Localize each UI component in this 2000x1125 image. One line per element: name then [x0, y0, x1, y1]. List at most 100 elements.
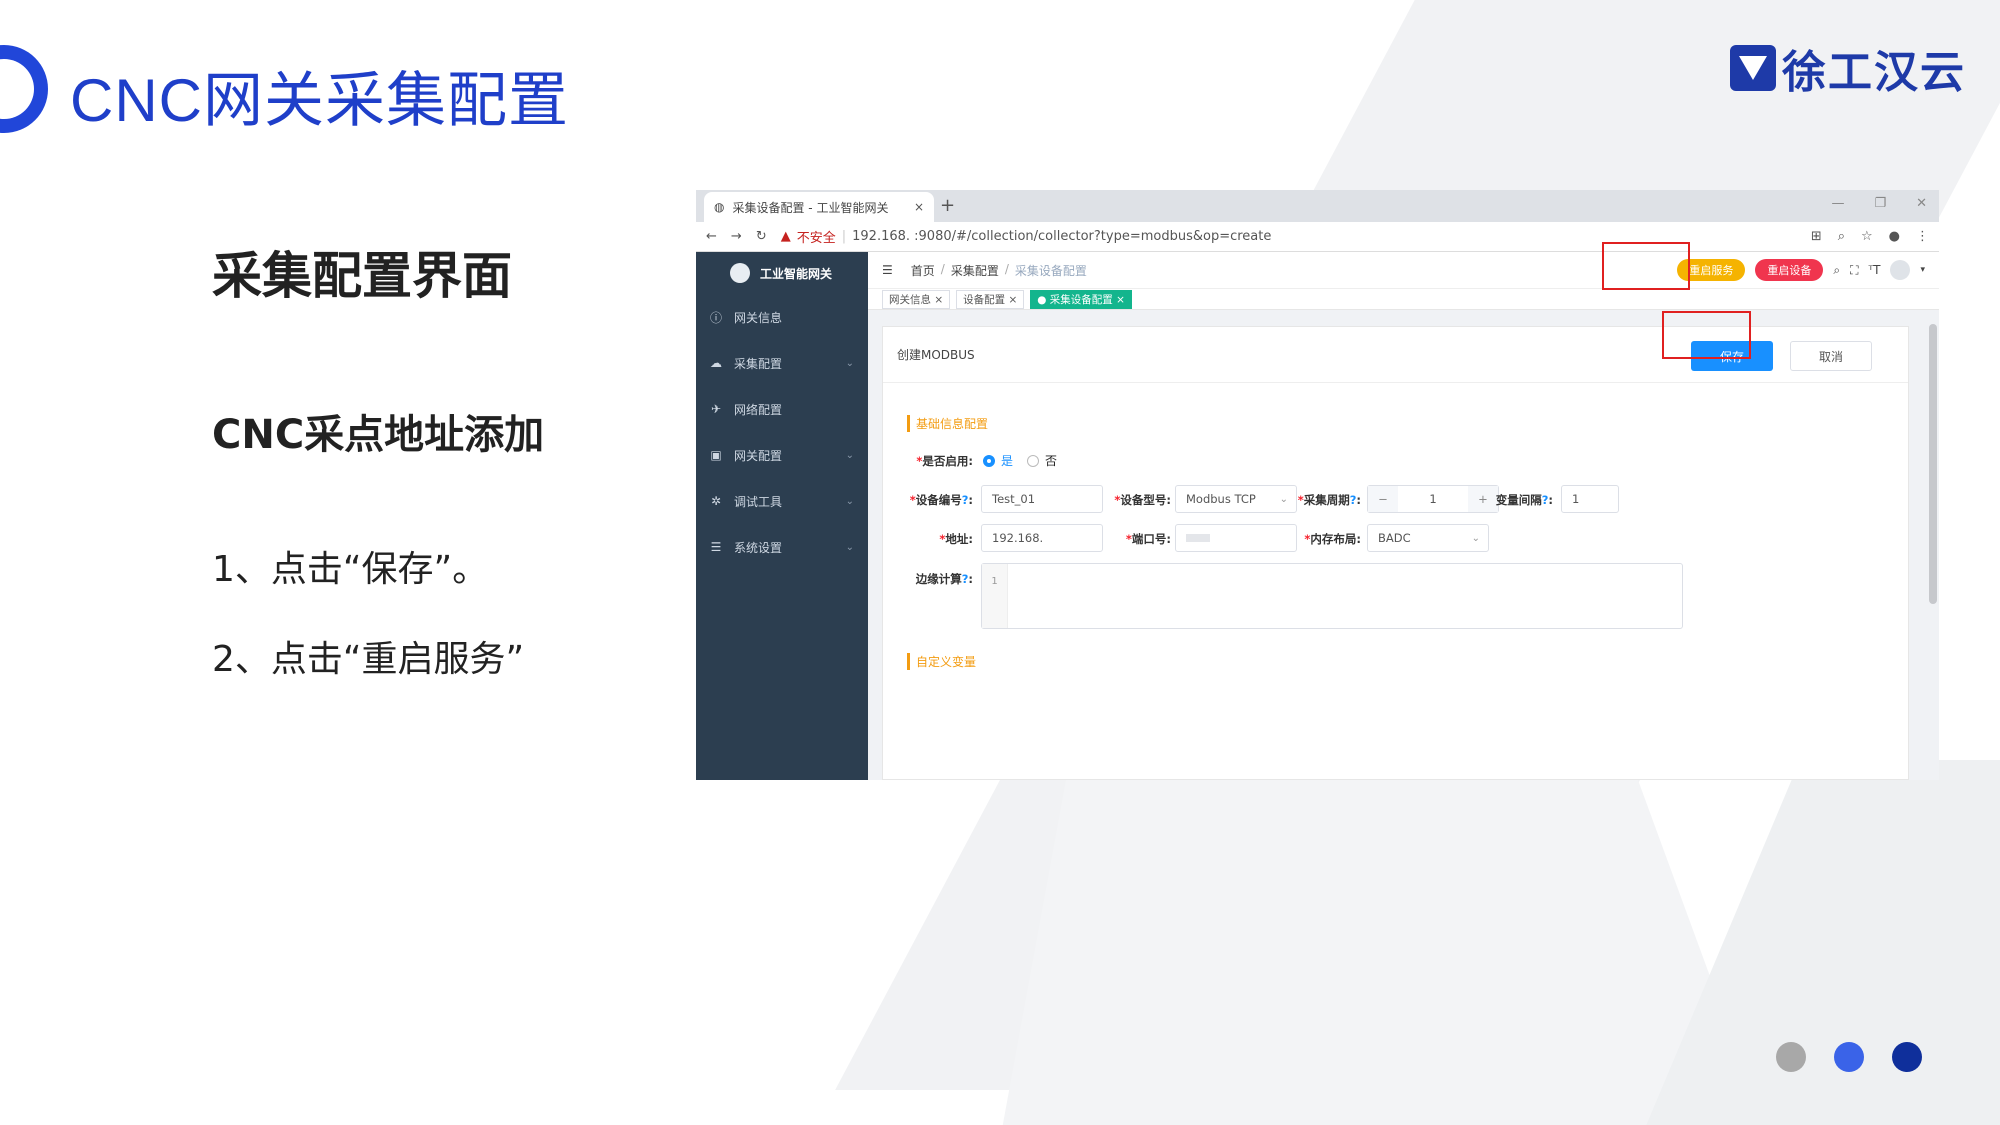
section-title-custom: 自定义变量 — [907, 653, 976, 670]
caret-down-icon[interactable]: ▾ — [1920, 265, 1925, 275]
enabled-label-text: 是否启用 — [922, 454, 969, 468]
radio-enabled-no[interactable]: 否 — [1027, 452, 1057, 469]
app-shell: 工业智能网关 ⓘ 网关信息 ☁ 采集配置 ⌄ ✈ 网络配置 ▣ 网关配置 ⌄ ✲ — [696, 252, 1939, 780]
search-icon[interactable]: ⌕ — [1833, 263, 1840, 278]
brand-name: 工业智能网关 — [760, 266, 833, 281]
sidebar-item-system-settings[interactable]: ☰ 系统设置 ⌄ — [696, 524, 868, 570]
info-icon: ⓘ — [710, 310, 723, 325]
logo-text: 徐工汉云 — [1782, 47, 1966, 98]
breadcrumb-current: 采集设备配置 — [1014, 263, 1087, 278]
interval-input[interactable]: 1 — [1561, 485, 1619, 513]
interval-label: 变量间隔?: — [1495, 493, 1553, 507]
tag-collection-device-config[interactable]: ● 采集设备配置 × — [1030, 289, 1132, 309]
tag-gateway-info[interactable]: 网关信息 × — [882, 289, 951, 309]
forward-icon[interactable]: → — [731, 229, 742, 244]
sidebar-item-debug-tools[interactable]: ✲ 调试工具 ⌄ — [696, 478, 868, 524]
device-id-label-text: 设备编号 — [915, 493, 962, 507]
back-icon[interactable]: ← — [706, 229, 717, 244]
breadcrumb-item[interactable]: 首页 — [911, 262, 935, 279]
user-avatar[interactable] — [1890, 260, 1911, 280]
hamburger-icon[interactable]: ☰ — [882, 263, 893, 277]
section-heading: 采集配置界面 — [212, 247, 512, 305]
form-card: 创建MODBUS 保存 取消 基础信息配置 *是否启用: 是 否 *设备编号?:… — [882, 326, 1909, 780]
edge-compute-editor[interactable]: 1 — [981, 563, 1683, 629]
scrollbar[interactable] — [1929, 324, 1937, 604]
address-input[interactable]: 192.168. — [981, 524, 1103, 552]
close-icon[interactable]: × — [914, 200, 924, 214]
step-text: 1、点击“保存”。 — [212, 549, 489, 590]
sidebar: 工业智能网关 ⓘ 网关信息 ☁ 采集配置 ⌄ ✈ 网络配置 ▣ 网关配置 ⌄ ✲ — [696, 252, 868, 780]
restore-icon[interactable]: ❐ — [1874, 196, 1886, 211]
chevron-down-icon: ⌄ — [845, 541, 854, 553]
dot — [1834, 1042, 1864, 1072]
breadcrumb: 首页 / 采集配置 / 采集设备配置 — [911, 262, 1087, 279]
chevron-down-icon: ⌄ — [845, 449, 854, 461]
memory-label: *内存布局: — [1304, 532, 1361, 546]
device-model-label-text: 设备型号 — [1120, 493, 1167, 507]
line-number: 1 — [982, 564, 1008, 628]
memory-label-text: 内存布局 — [1310, 532, 1357, 546]
font-size-icon[interactable]: ᵀT — [1869, 263, 1881, 277]
browser-screenshot: ◍ 采集设备配置 - 工业智能网关 × + — ❐ ✕ ← → ↻ ▲ 不安全 … — [696, 190, 1939, 780]
sidebar-item-collection-config[interactable]: ☁ 采集配置 ⌄ — [696, 340, 868, 386]
period-value: 1 — [1429, 492, 1437, 506]
device-id-label: *设备编号?: — [909, 493, 973, 507]
zoom-icon[interactable]: ⌕ — [1838, 229, 1845, 244]
sidebar-item-label: 网关信息 — [734, 310, 783, 325]
address-label-text: 地址 — [945, 532, 969, 546]
tag-label: 采集设备配置 — [1049, 293, 1113, 306]
close-window-icon[interactable]: ✕ — [1916, 196, 1927, 211]
url-separator: | — [841, 229, 847, 244]
device-model-label: *设备型号: — [1114, 493, 1171, 507]
edge-label: 边缘计算?: — [915, 572, 973, 586]
sidebar-item-network-config[interactable]: ✈ 网络配置 — [696, 386, 868, 432]
chevron-down-icon: ⌄ — [845, 357, 854, 369]
address-label: *地址: — [939, 532, 973, 546]
memory-select[interactable]: BADC ⌄ — [1367, 524, 1489, 552]
radio-enabled-yes[interactable]: 是 — [983, 452, 1013, 469]
browser-actions: ⊞ ⌕ ☆ ● ⋮ — [1811, 229, 1929, 244]
radio-label: 是 — [1001, 454, 1014, 468]
device-id-input[interactable]: Test_01 — [981, 485, 1103, 513]
port-input[interactable] — [1175, 524, 1297, 552]
memory-value: BADC — [1378, 531, 1411, 545]
breadcrumb-separator: / — [940, 261, 945, 276]
url-field[interactable]: ▲ 不安全 | 192.168. :9080/#/collection/coll… — [781, 227, 1272, 246]
restart-device-button[interactable]: 重启设备 — [1755, 259, 1824, 281]
port-redacted — [1186, 534, 1210, 542]
device-model-value: Modbus TCP — [1186, 492, 1256, 506]
window-controls: — ❐ ✕ — [1831, 196, 1927, 211]
minus-icon[interactable]: − — [1368, 486, 1398, 512]
device-model-select[interactable]: Modbus TCP ⌄ — [1175, 485, 1297, 513]
globe-icon: ◍ — [714, 200, 725, 214]
enabled-label: *是否启用: — [916, 454, 973, 468]
menu-kebab-icon[interactable]: ⋮ — [1916, 229, 1929, 244]
browser-tab[interactable]: ◍ 采集设备配置 - 工业智能网关 × — [704, 192, 934, 222]
chevron-down-icon: ⌄ — [845, 495, 854, 507]
sidebar-item-gateway-config[interactable]: ▣ 网关配置 ⌄ — [696, 432, 868, 478]
new-tab-button[interactable]: + — [940, 195, 955, 216]
lock-icon: ▣ — [710, 448, 722, 462]
slide-title: CNC网关采集配置 — [70, 67, 569, 134]
section-subheading: CNC采点地址添加 — [212, 412, 545, 458]
highlight-restart-service — [1602, 242, 1690, 290]
minimize-icon[interactable]: — — [1831, 196, 1844, 211]
sidebar-item-gateway-info[interactable]: ⓘ 网关信息 — [696, 294, 868, 340]
profile-icon[interactable]: ● — [1889, 229, 1900, 244]
list-icon: ☰ — [710, 540, 722, 554]
cancel-button[interactable]: 取消 — [1790, 341, 1872, 371]
translate-icon[interactable]: ⊞ — [1811, 229, 1822, 244]
tag-device-config[interactable]: 设备配置 × — [956, 289, 1025, 309]
edge-label-text: 边缘计算 — [915, 572, 962, 586]
step-text: 2、点击“重启服务” — [212, 639, 525, 680]
fullscreen-icon[interactable]: ⛶ — [1850, 263, 1858, 278]
port-label-text: 端口号 — [1131, 532, 1167, 546]
reload-icon[interactable]: ↻ — [756, 229, 767, 244]
bookmark-star-icon[interactable]: ☆ — [1861, 229, 1873, 244]
tags-view: 网关信息 × 设备配置 × ● 采集设备配置 × — [868, 288, 1939, 310]
interval-label-text: 变量间隔 — [1495, 493, 1542, 507]
sidebar-item-label: 调试工具 — [734, 494, 783, 509]
brand-logo: 徐工汉云 — [1730, 36, 1966, 100]
sidebar-item-label: 系统设置 — [734, 540, 783, 555]
breadcrumb-item[interactable]: 采集配置 — [951, 262, 999, 279]
